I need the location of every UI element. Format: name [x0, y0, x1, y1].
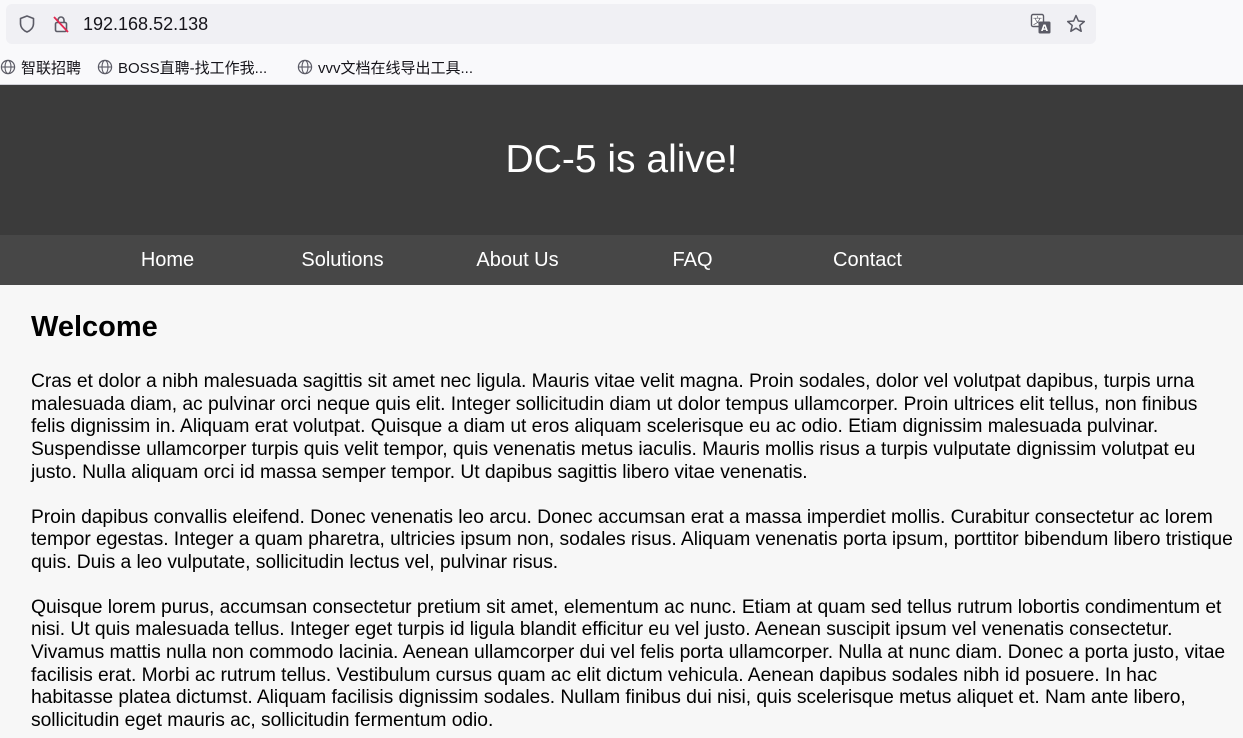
svg-text:A: A: [1041, 24, 1048, 34]
paragraph: Quisque lorem purus, accumsan consectetu…: [31, 596, 1226, 732]
insecure-lock-icon[interactable]: [51, 14, 71, 34]
page-title: DC-5 is alive!: [505, 138, 738, 181]
shield-icon[interactable]: [17, 14, 37, 34]
nav-contact[interactable]: Contact: [780, 235, 955, 285]
star-icon[interactable]: [1065, 13, 1087, 35]
bookmark-item[interactable]: 智联招聘: [0, 56, 81, 78]
main-nav: Home Solutions About Us FAQ Contact: [0, 235, 1243, 285]
site-header: DC-5 is alive!: [0, 85, 1243, 235]
globe-icon: [0, 59, 16, 75]
paragraph: Cras et dolor a nibh malesuada sagittis …: [31, 371, 1198, 483]
globe-icon: [297, 59, 313, 75]
translate-icon[interactable]: 文 A: [1030, 13, 1052, 35]
bookmark-label: 智联招聘: [21, 59, 82, 77]
bookmark-label: vvv文档在线导出工具...: [318, 59, 474, 77]
nav-home[interactable]: Home: [80, 235, 255, 285]
bookmarks-toolbar: 智联招聘 BOSS直聘-找工作我... vvv文档在线导出工具...: [0, 52, 1243, 80]
browser-chrome: 192.168.52.138 文 A 智联招聘 BOSS直聘-找工作我... v…: [0, 0, 1243, 85]
globe-icon: [97, 59, 113, 75]
address-bar[interactable]: 192.168.52.138 文 A: [6, 4, 1096, 44]
bookmark-label: BOSS直聘-找工作我...: [118, 59, 268, 77]
section-heading: Welcome: [31, 311, 158, 343]
main-content: Welcome Cras et dolor a nibh malesuada s…: [31, 285, 1236, 733]
nav-solutions[interactable]: Solutions: [255, 235, 430, 285]
url-text[interactable]: 192.168.52.138: [83, 14, 208, 34]
nav-faq[interactable]: FAQ: [605, 235, 780, 285]
nav-about-us[interactable]: About Us: [430, 235, 605, 285]
bookmark-item[interactable]: vvv文档在线导出工具...: [297, 56, 473, 78]
bookmark-item[interactable]: BOSS直聘-找工作我...: [97, 56, 267, 78]
paragraph: Proin dapibus convallis eleifend. Donec …: [31, 506, 1233, 573]
